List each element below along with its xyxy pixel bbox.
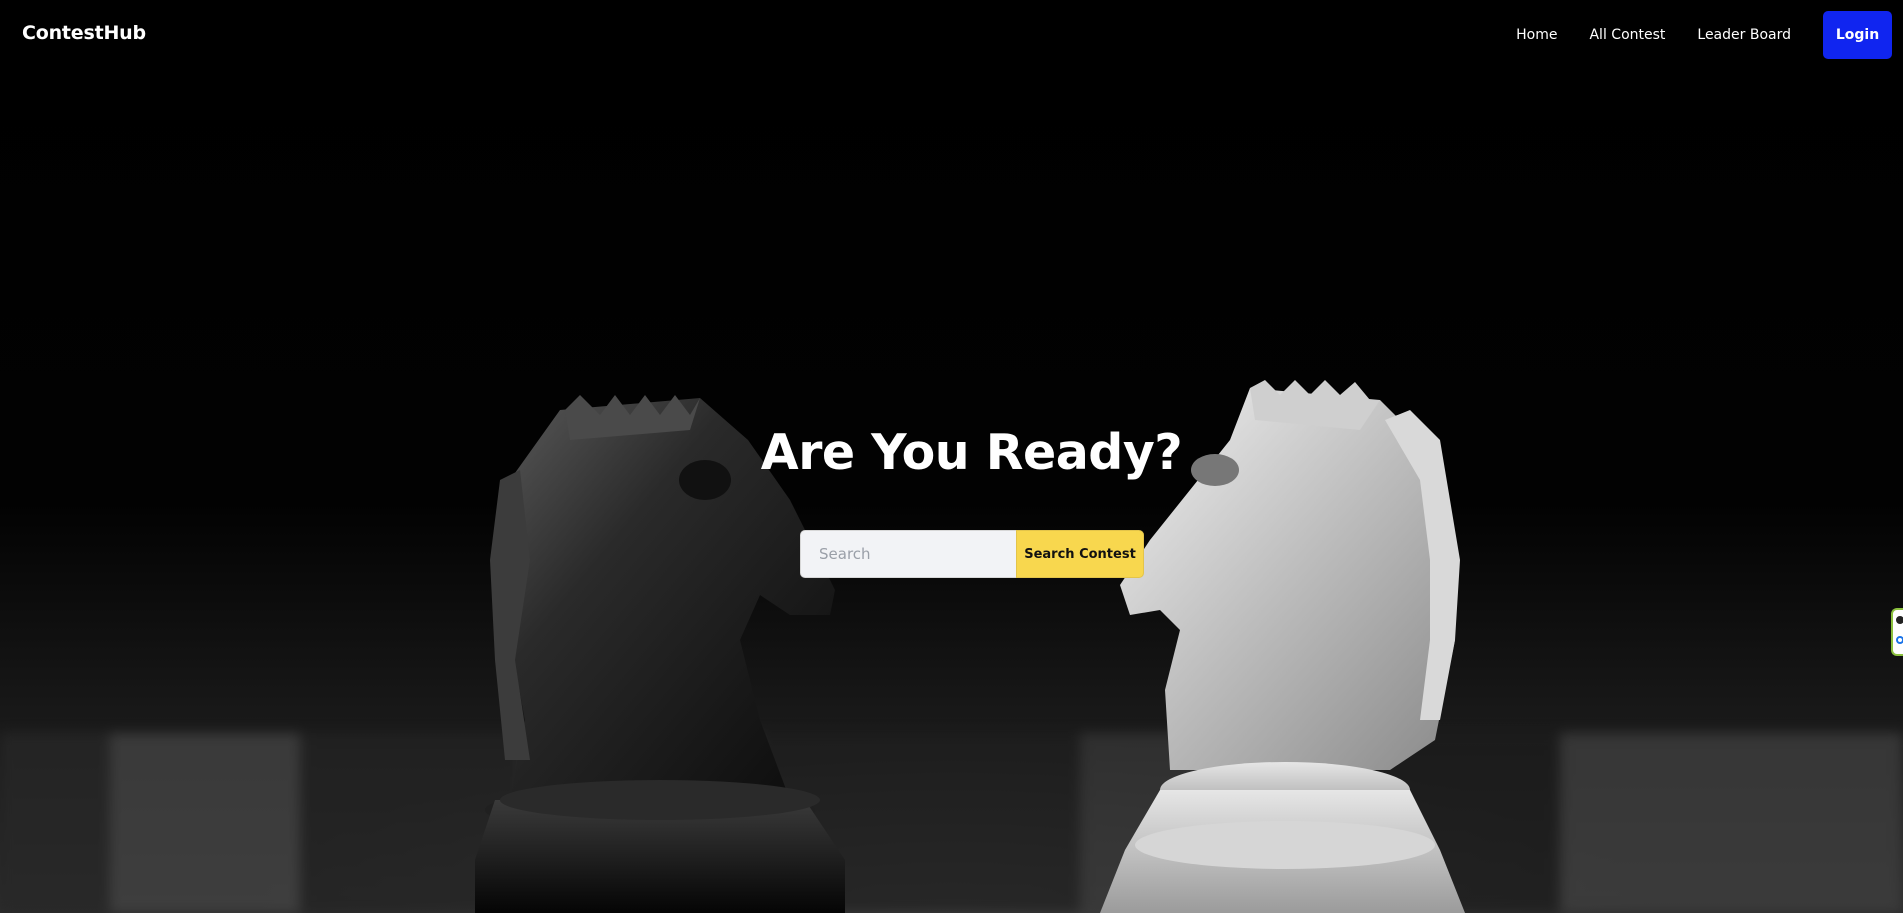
search-contest-button[interactable]: Search Contest [1016,530,1144,578]
nav-links: Home All Contest Leader Board Login [1516,0,1903,70]
hero-title: Are You Ready? [760,424,1183,481]
nav-item-all-contest[interactable]: All Contest [1589,27,1665,43]
search-input[interactable] [800,530,1016,578]
search-form: Search Contest [800,530,1144,578]
nav-item-home[interactable]: Home [1516,27,1557,43]
brand-logo[interactable]: ContestHub [22,22,146,44]
page: ContestHub Home All Contest Leader Board… [0,0,1903,913]
close-icon[interactable] [1896,616,1903,624]
info-icon[interactable] [1896,636,1903,644]
extension-widget-icon[interactable] [1891,608,1903,656]
top-navbar: ContestHub Home All Contest Leader Board… [0,0,1903,70]
login-button[interactable]: Login [1823,11,1892,59]
nav-item-leader-board[interactable]: Leader Board [1697,27,1791,43]
